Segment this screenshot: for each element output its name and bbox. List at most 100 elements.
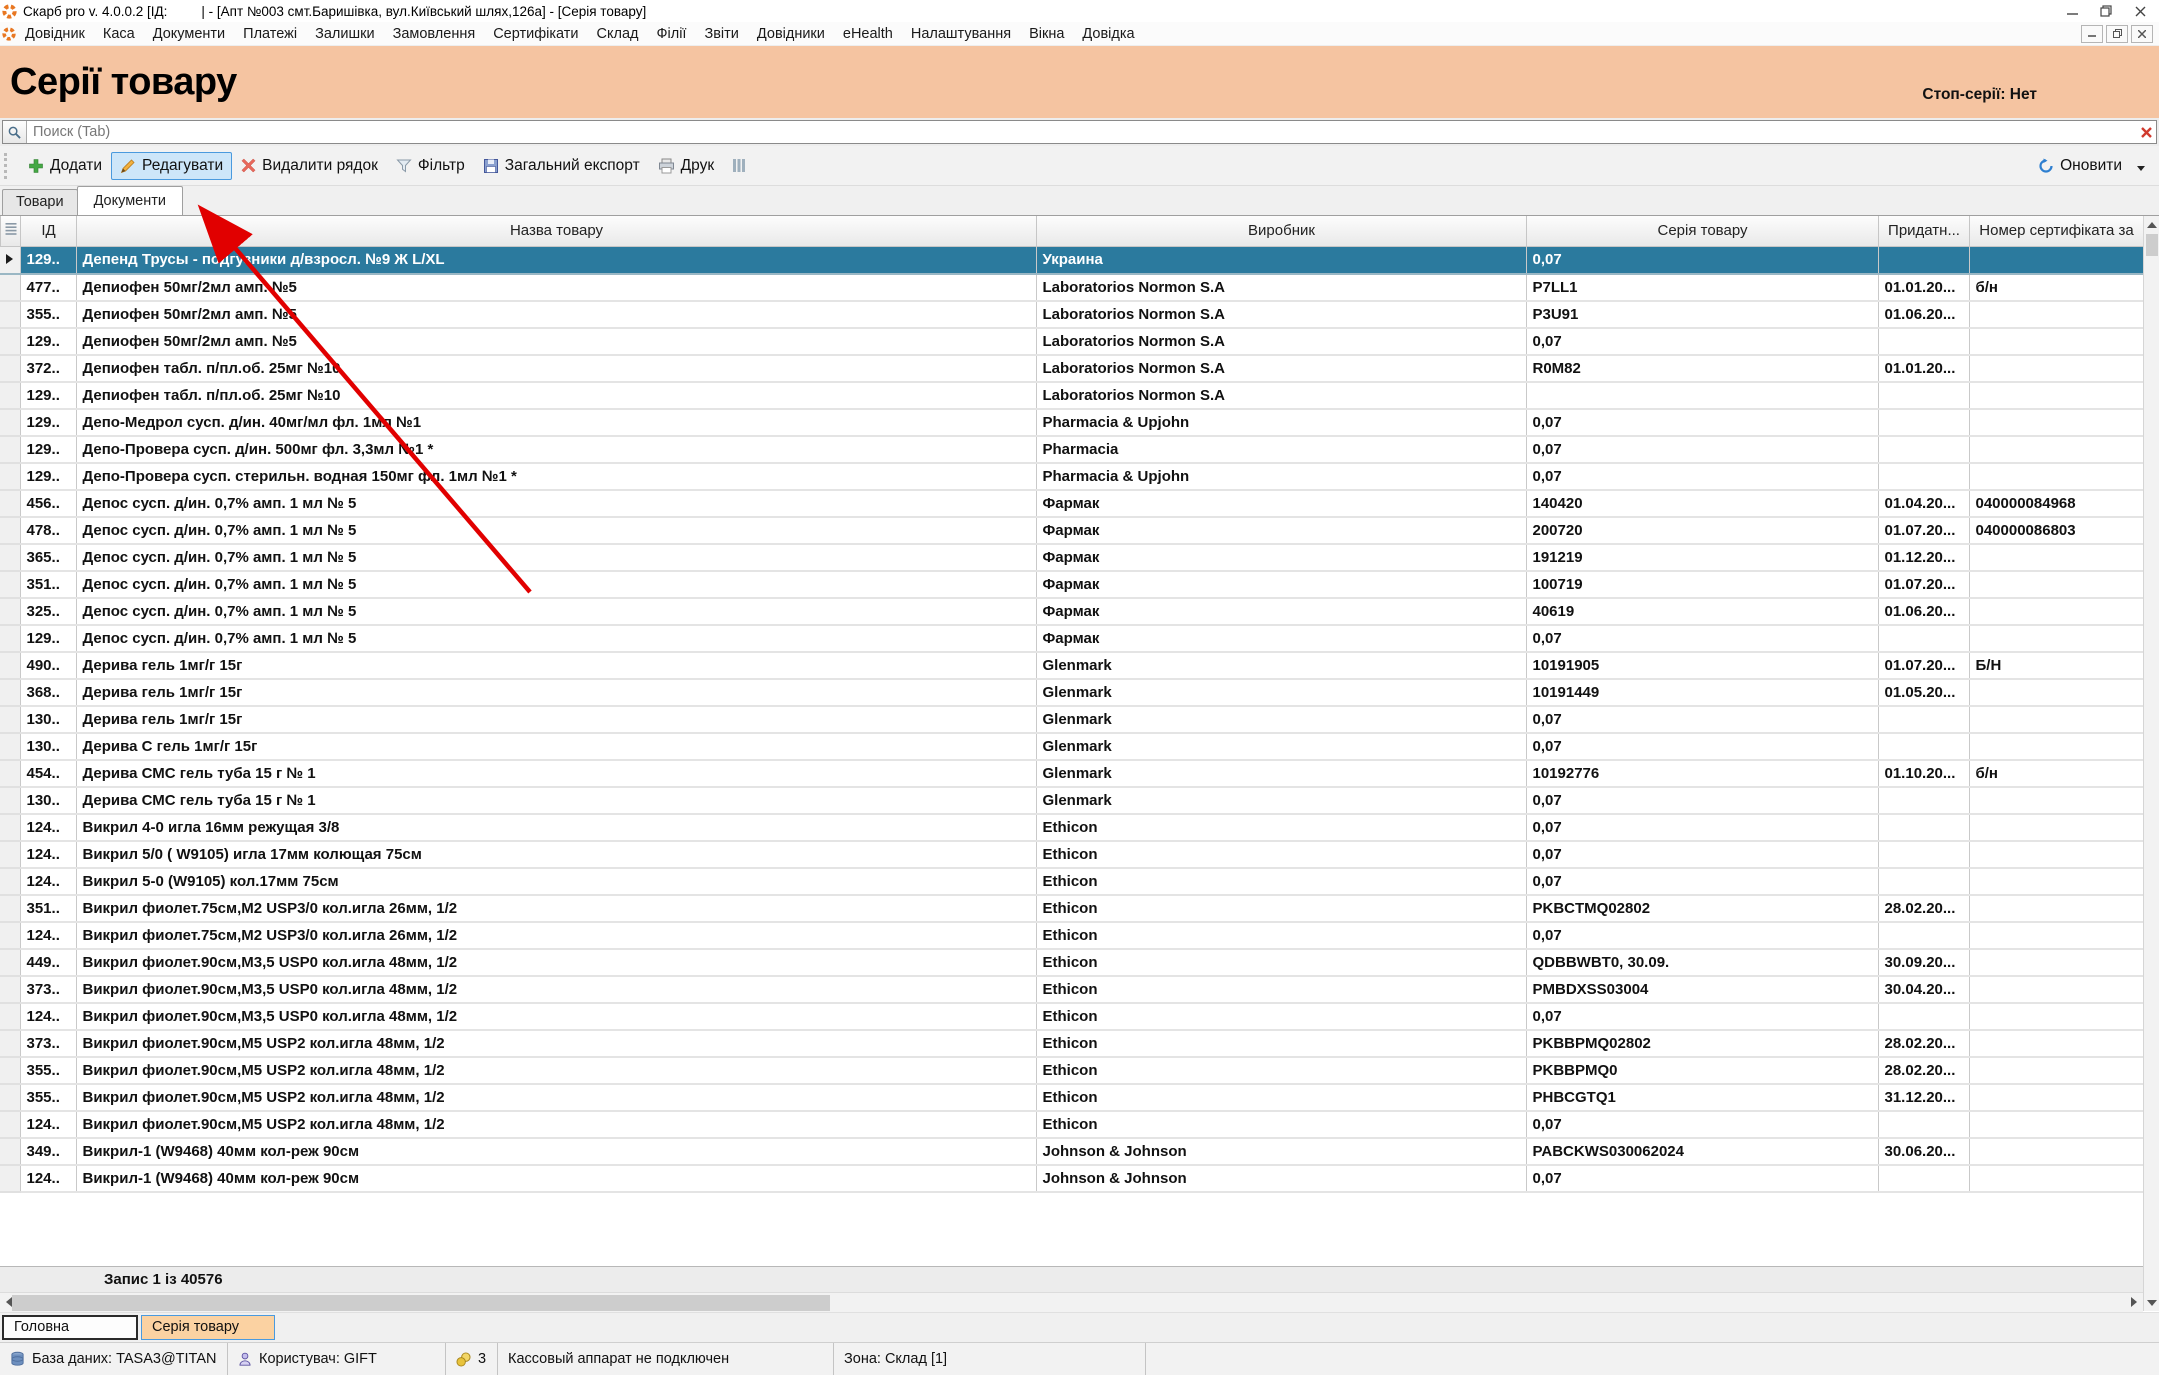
table-row[interactable]: 351..Депос сусп. д/ин. 0,7% амп. 1 мл № … — [0, 571, 2143, 598]
table-cell[interactable]: 373.. — [20, 1030, 76, 1057]
table-cell[interactable] — [1878, 328, 1969, 355]
table-cell[interactable] — [1878, 436, 1969, 463]
table-cell[interactable]: PABCKWS030062024 — [1526, 1138, 1878, 1165]
search-clear-icon[interactable] — [2136, 127, 2156, 138]
table-cell[interactable]: Ethicon — [1036, 1084, 1526, 1111]
table-cell[interactable]: 31.12.20... — [1878, 1084, 1969, 1111]
table-cell[interactable]: Ethicon — [1036, 895, 1526, 922]
tab-dokumenty[interactable]: Документи — [77, 186, 183, 215]
table-row[interactable]: 355..Викрил фиолет.90см,М5 USP2 кол.игла… — [0, 1084, 2143, 1111]
table-cell[interactable]: Ethicon — [1036, 814, 1526, 841]
table-cell[interactable]: Викрил 4-0 игла 16мм режущая 3/8 — [76, 814, 1036, 841]
table-cell[interactable]: Фармак — [1036, 571, 1526, 598]
table-cell[interactable]: 130.. — [20, 733, 76, 760]
table-cell[interactable]: 355.. — [20, 301, 76, 328]
table-row[interactable]: 124..Викрил 5/0 ( W9105) игла 17мм колющ… — [0, 841, 2143, 868]
table-cell[interactable]: 01.10.20... — [1878, 760, 1969, 787]
table-cell[interactable]: Б/Н — [1969, 652, 2143, 679]
table-cell[interactable]: 129.. — [20, 463, 76, 490]
table-cell[interactable] — [1878, 1165, 1969, 1192]
table-cell[interactable]: 130.. — [20, 787, 76, 814]
table-cell[interactable]: Johnson & Johnson — [1036, 1165, 1526, 1192]
table-cell[interactable]: P7LL1 — [1526, 274, 1878, 301]
menu-item-каса[interactable]: Каса — [94, 24, 144, 44]
table-cell[interactable] — [1969, 814, 2143, 841]
table-cell[interactable]: Дерива гель 1мг/г 15г — [76, 652, 1036, 679]
table-cell[interactable]: 01.07.20... — [1878, 652, 1969, 679]
table-cell[interactable]: 0,07 — [1526, 922, 1878, 949]
table-cell[interactable]: Викрил 5-0 (W9105) кол.17мм 75см — [76, 868, 1036, 895]
table-cell[interactable]: Депос сусп. д/ин. 0,7% амп. 1 мл № 5 — [76, 544, 1036, 571]
table-row[interactable]: 129..Депенд Трусы - подгузники д/взросл.… — [0, 247, 2143, 274]
refresh-button[interactable]: Оновити — [2029, 152, 2131, 180]
table-row[interactable]: 129..Депо-Провера сусп. стерильн. водная… — [0, 463, 2143, 490]
table-cell[interactable]: Депос сусп. д/ин. 0,7% амп. 1 мл № 5 — [76, 517, 1036, 544]
bottom-tab-series[interactable]: Серія товару — [141, 1315, 275, 1340]
table-cell[interactable]: 351.. — [20, 571, 76, 598]
col-header-series[interactable]: Серія товару — [1527, 216, 1879, 246]
table-cell[interactable]: 0,07 — [1526, 868, 1878, 895]
menu-item-довідник[interactable]: Довідник — [16, 24, 94, 44]
table-cell[interactable] — [1969, 1057, 2143, 1084]
table-cell[interactable]: 124.. — [20, 814, 76, 841]
table-cell[interactable]: 200720 — [1526, 517, 1878, 544]
table-cell[interactable]: 124.. — [20, 1003, 76, 1030]
table-row[interactable]: 456..Депос сусп. д/ин. 0,7% амп. 1 мл № … — [0, 490, 2143, 517]
table-cell[interactable] — [1969, 922, 2143, 949]
table-cell[interactable] — [1878, 841, 1969, 868]
table-cell[interactable]: PHBCGTQ1 — [1526, 1084, 1878, 1111]
table-cell[interactable]: Депо-Провера сусп. стерильн. водная 150м… — [76, 463, 1036, 490]
table-cell[interactable]: Викрил фиолет.90см,М5 USP2 кол.игла 48мм… — [76, 1030, 1036, 1057]
table-row[interactable]: 372..Депиофен табл. п/пл.об. 25мг №10Lab… — [0, 355, 2143, 382]
table-cell[interactable]: 100719 — [1526, 571, 1878, 598]
table-cell[interactable]: Викрил фиолет.90см,М3,5 USP0 кол.игла 48… — [76, 949, 1036, 976]
table-cell[interactable]: 10192776 — [1526, 760, 1878, 787]
table-cell[interactable]: Депос сусп. д/ин. 0,7% амп. 1 мл № 5 — [76, 625, 1036, 652]
table-cell[interactable]: Glenmark — [1036, 679, 1526, 706]
table-cell[interactable]: 449.. — [20, 949, 76, 976]
table-cell[interactable]: 124.. — [20, 922, 76, 949]
table-row[interactable]: 351..Викрил фиолет.75см,М2 USP3/0 кол.иг… — [0, 895, 2143, 922]
table-cell[interactable]: 477.. — [20, 274, 76, 301]
table-cell[interactable] — [1969, 544, 2143, 571]
col-header-validity[interactable]: Придатн... — [1879, 216, 1970, 246]
table-row[interactable]: 373..Викрил фиолет.90см,М5 USP2 кол.игла… — [0, 1030, 2143, 1057]
table-cell[interactable] — [1878, 463, 1969, 490]
table-cell[interactable] — [1969, 1111, 2143, 1138]
table-cell[interactable]: Glenmark — [1036, 760, 1526, 787]
table-cell[interactable]: Laboratorios Normon S.A — [1036, 274, 1526, 301]
table-row[interactable]: 325..Депос сусп. д/ин. 0,7% амп. 1 мл № … — [0, 598, 2143, 625]
table-cell[interactable] — [1878, 247, 1969, 274]
table-cell[interactable] — [1969, 1165, 2143, 1192]
toolbar-grip[interactable] — [4, 153, 11, 179]
table-cell[interactable]: б/н — [1969, 760, 2143, 787]
table-cell[interactable]: Laboratorios Normon S.A — [1036, 328, 1526, 355]
table-cell[interactable] — [1969, 571, 2143, 598]
menu-item-платежі[interactable]: Платежі — [234, 24, 306, 44]
table-cell[interactable]: Депо-Провера сусп. д/ин. 500мг фл. 3,3мл… — [76, 436, 1036, 463]
table-cell[interactable]: 01.05.20... — [1878, 679, 1969, 706]
table-cell[interactable]: 30.09.20... — [1878, 949, 1969, 976]
table-cell[interactable]: 0,07 — [1526, 1165, 1878, 1192]
table-row[interactable]: 365..Депос сусп. д/ин. 0,7% амп. 1 мл № … — [0, 544, 2143, 571]
table-cell[interactable]: Викрил фиолет.90см,М5 USP2 кол.игла 48мм… — [76, 1084, 1036, 1111]
table-cell[interactable]: P3U91 — [1526, 301, 1878, 328]
export-button[interactable]: Загальний експорт — [474, 152, 649, 180]
table-cell[interactable]: Депиофен табл. п/пл.об. 25мг №10 — [76, 355, 1036, 382]
table-row[interactable]: 373..Викрил фиолет.90см,М3,5 USP0 кол.иг… — [0, 976, 2143, 1003]
table-cell[interactable] — [1969, 382, 2143, 409]
table-cell[interactable] — [1969, 1138, 2143, 1165]
table-cell[interactable] — [1969, 733, 2143, 760]
vertical-scroll-thumb[interactable] — [2146, 234, 2158, 256]
col-header-id[interactable]: ІД — [21, 216, 77, 246]
table-cell[interactable]: 01.01.20... — [1878, 274, 1969, 301]
table-row[interactable]: 130..Дерива гель 1мг/г 15гGlenmark0,07 — [0, 706, 2143, 733]
table-cell[interactable] — [1969, 463, 2143, 490]
table-cell[interactable]: 10191905 — [1526, 652, 1878, 679]
table-cell[interactable] — [1969, 328, 2143, 355]
table-cell[interactable]: 490.. — [20, 652, 76, 679]
table-cell[interactable]: Glenmark — [1036, 652, 1526, 679]
table-cell[interactable]: Дерива СМС гель туба 15 г № 1 — [76, 787, 1036, 814]
table-cell[interactable] — [1878, 1111, 1969, 1138]
table-row[interactable]: 355..Викрил фиолет.90см,М5 USP2 кол.игла… — [0, 1057, 2143, 1084]
